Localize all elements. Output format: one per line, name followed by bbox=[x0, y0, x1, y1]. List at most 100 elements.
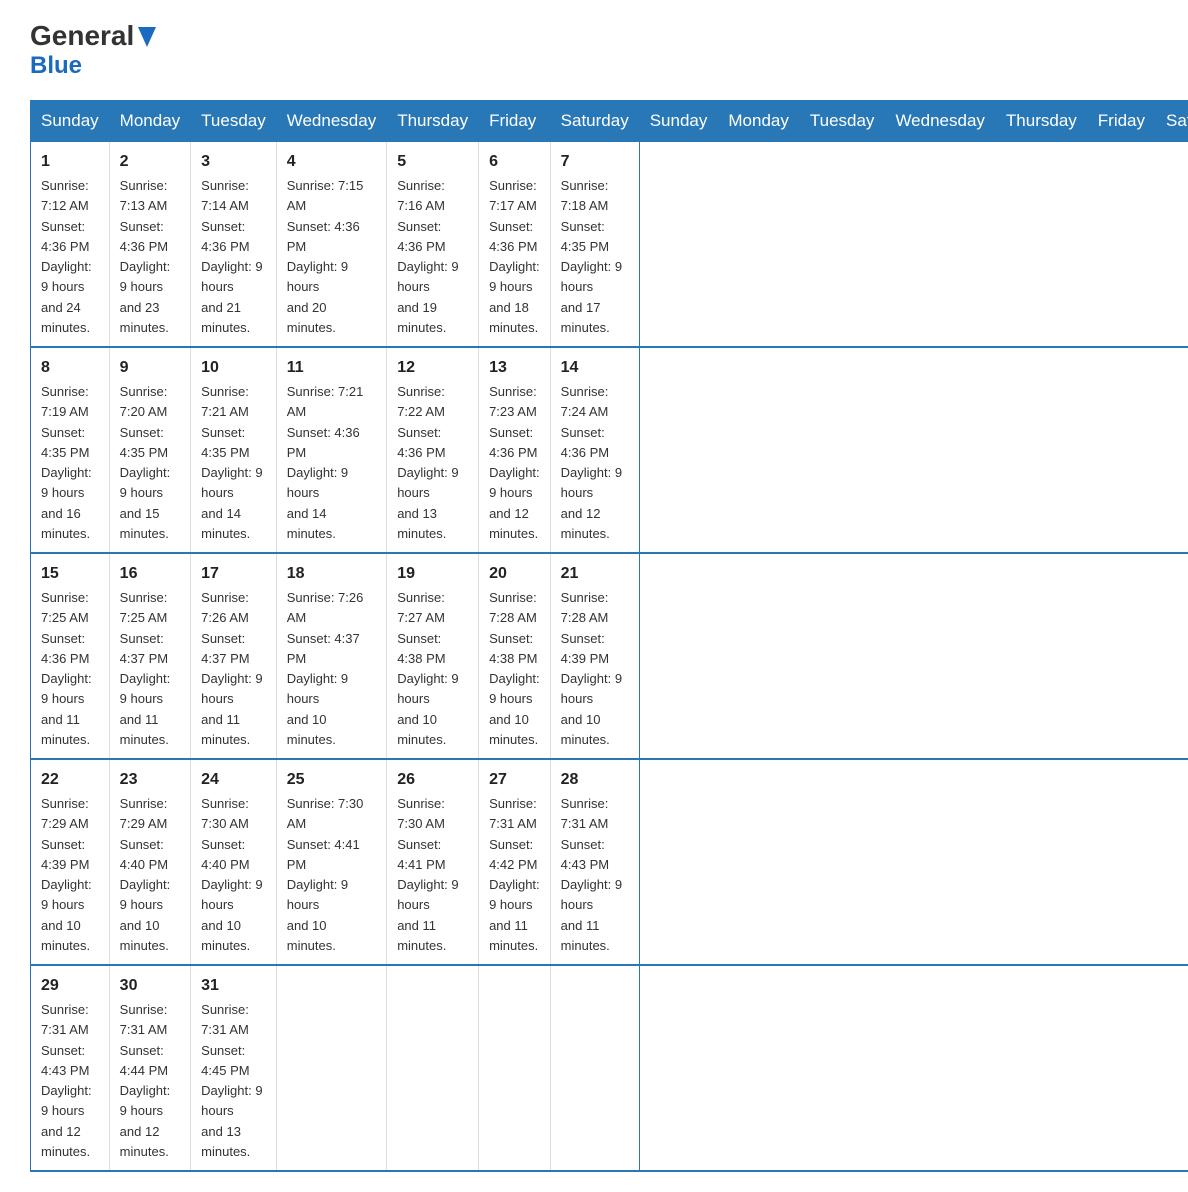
day-number: 1 bbox=[41, 150, 99, 174]
day-info: Sunrise: 7:27 AMSunset: 4:38 PMDaylight:… bbox=[397, 590, 458, 747]
day-info: Sunrise: 7:29 AMSunset: 4:40 PMDaylight:… bbox=[120, 796, 171, 953]
day-info: Sunrise: 7:29 AMSunset: 4:39 PMDaylight:… bbox=[41, 796, 92, 953]
day-info: Sunrise: 7:31 AMSunset: 4:44 PMDaylight:… bbox=[120, 1002, 171, 1159]
header-tuesday: Tuesday bbox=[191, 101, 277, 142]
calendar-cell: 30 Sunrise: 7:31 AMSunset: 4:44 PMDayligh… bbox=[109, 965, 190, 1171]
page-header: General Blue bbox=[30, 20, 1158, 80]
calendar-table: SundayMondayTuesdayWednesdayThursdayFrid… bbox=[30, 100, 1188, 1172]
calendar-cell bbox=[387, 965, 479, 1171]
day-info: Sunrise: 7:25 AMSunset: 4:37 PMDaylight:… bbox=[120, 590, 171, 747]
calendar-cell: 27 Sunrise: 7:31 AMSunset: 4:42 PMDayligh… bbox=[479, 759, 551, 965]
day-info: Sunrise: 7:26 AMSunset: 4:37 PMDaylight:… bbox=[287, 590, 364, 747]
day-info: Sunrise: 7:16 AMSunset: 4:36 PMDaylight:… bbox=[397, 178, 458, 335]
day-info: Sunrise: 7:30 AMSunset: 4:40 PMDaylight:… bbox=[201, 796, 262, 953]
calendar-cell: 1 Sunrise: 7:12 AMSunset: 4:36 PMDaylight… bbox=[31, 142, 110, 348]
calendar-cell: 15 Sunrise: 7:25 AMSunset: 4:36 PMDayligh… bbox=[31, 553, 110, 759]
day-number: 24 bbox=[201, 768, 266, 792]
day-number: 5 bbox=[397, 150, 468, 174]
logo-triangle-icon bbox=[138, 27, 156, 52]
day-number: 15 bbox=[41, 562, 99, 586]
calendar-cell: 17 Sunrise: 7:26 AMSunset: 4:37 PMDayligh… bbox=[191, 553, 277, 759]
calendar-cell bbox=[550, 965, 639, 1171]
logo-general-text: General bbox=[30, 20, 134, 52]
day-number: 26 bbox=[397, 768, 468, 792]
day-number: 16 bbox=[120, 562, 180, 586]
day-number: 11 bbox=[287, 356, 376, 380]
day-info: Sunrise: 7:20 AMSunset: 4:35 PMDaylight:… bbox=[120, 384, 171, 541]
calendar-cell bbox=[276, 965, 386, 1171]
header-saturday: Saturday bbox=[550, 101, 639, 142]
calendar-cell: 31Sunrise: 7:31 AMSunset: 4:45 PMDayligh… bbox=[191, 965, 277, 1171]
header-friday: Friday bbox=[479, 101, 551, 142]
day-info: Sunrise: 7:22 AMSunset: 4:36 PMDaylight:… bbox=[397, 384, 458, 541]
header-wednesday: Wednesday bbox=[276, 101, 386, 142]
calendar-cell: 10Sunrise: 7:21 AMSunset: 4:35 PMDayligh… bbox=[191, 347, 277, 553]
calendar-cell: 29Sunrise: 7:31 AMSunset: 4:43 PMDayligh… bbox=[31, 965, 110, 1171]
weekday-header-monday: Monday bbox=[718, 101, 799, 142]
weekday-header-wednesday: Wednesday bbox=[885, 101, 995, 142]
header-sunday: Sunday bbox=[31, 101, 110, 142]
calendar-cell: 25 Sunrise: 7:30 AMSunset: 4:41 PMDayligh… bbox=[276, 759, 386, 965]
day-info: Sunrise: 7:15 AMSunset: 4:36 PMDaylight:… bbox=[287, 178, 364, 335]
calendar-cell: 26 Sunrise: 7:30 AMSunset: 4:41 PMDayligh… bbox=[387, 759, 479, 965]
day-number: 4 bbox=[287, 150, 376, 174]
day-number: 14 bbox=[561, 356, 629, 380]
day-number: 21 bbox=[561, 562, 629, 586]
calendar-cell: 7Sunrise: 7:18 AMSunset: 4:35 PMDaylight… bbox=[550, 142, 639, 348]
day-number: 19 bbox=[397, 562, 468, 586]
day-number: 17 bbox=[201, 562, 266, 586]
header-monday: Monday bbox=[109, 101, 190, 142]
day-number: 12 bbox=[397, 356, 468, 380]
day-info: Sunrise: 7:12 AMSunset: 4:36 PMDaylight:… bbox=[41, 178, 92, 335]
day-number: 25 bbox=[287, 768, 376, 792]
calendar-cell bbox=[479, 965, 551, 1171]
day-info: Sunrise: 7:13 AMSunset: 4:36 PMDaylight:… bbox=[120, 178, 171, 335]
calendar-week-row: 8 Sunrise: 7:19 AMSunset: 4:35 PMDaylight… bbox=[31, 347, 1188, 553]
day-info: Sunrise: 7:21 AMSunset: 4:36 PMDaylight:… bbox=[287, 384, 364, 541]
calendar-week-row: 22 Sunrise: 7:29 AMSunset: 4:39 PMDayligh… bbox=[31, 759, 1188, 965]
day-info: Sunrise: 7:23 AMSunset: 4:36 PMDaylight:… bbox=[489, 384, 540, 541]
day-info: Sunrise: 7:31 AMSunset: 4:43 PMDaylight:… bbox=[561, 796, 622, 953]
day-info: Sunrise: 7:31 AMSunset: 4:43 PMDaylight:… bbox=[41, 1002, 92, 1159]
calendar-cell: 13 Sunrise: 7:23 AMSunset: 4:36 PMDayligh… bbox=[479, 347, 551, 553]
day-info: Sunrise: 7:17 AMSunset: 4:36 PMDaylight:… bbox=[489, 178, 540, 335]
calendar-week-row: 29Sunrise: 7:31 AMSunset: 4:43 PMDayligh… bbox=[31, 965, 1188, 1171]
day-info: Sunrise: 7:31 AMSunset: 4:45 PMDaylight:… bbox=[201, 1002, 262, 1159]
day-info: Sunrise: 7:31 AMSunset: 4:42 PMDaylight:… bbox=[489, 796, 540, 953]
calendar-cell: 16 Sunrise: 7:25 AMSunset: 4:37 PMDayligh… bbox=[109, 553, 190, 759]
calendar-cell: 28 Sunrise: 7:31 AMSunset: 4:43 PMDayligh… bbox=[550, 759, 639, 965]
calendar-cell: 22 Sunrise: 7:29 AMSunset: 4:39 PMDayligh… bbox=[31, 759, 110, 965]
day-number: 10 bbox=[201, 356, 266, 380]
calendar-cell: 12 Sunrise: 7:22 AMSunset: 4:36 PMDayligh… bbox=[387, 347, 479, 553]
day-number: 9 bbox=[120, 356, 180, 380]
weekday-header-friday: Friday bbox=[1087, 101, 1155, 142]
day-info: Sunrise: 7:30 AMSunset: 4:41 PMDaylight:… bbox=[397, 796, 458, 953]
logo: General Blue bbox=[30, 20, 156, 80]
weekday-header-saturday: Saturday bbox=[1156, 101, 1188, 142]
calendar-week-row: 1 Sunrise: 7:12 AMSunset: 4:36 PMDaylight… bbox=[31, 142, 1188, 348]
calendar-cell: 19 Sunrise: 7:27 AMSunset: 4:38 PMDayligh… bbox=[387, 553, 479, 759]
day-info: Sunrise: 7:19 AMSunset: 4:35 PMDaylight:… bbox=[41, 384, 92, 541]
day-number: 27 bbox=[489, 768, 540, 792]
day-number: 22 bbox=[41, 768, 99, 792]
calendar-cell: 2 Sunrise: 7:13 AMSunset: 4:36 PMDaylight… bbox=[109, 142, 190, 348]
day-number: 18 bbox=[287, 562, 376, 586]
day-info: Sunrise: 7:30 AMSunset: 4:41 PMDaylight:… bbox=[287, 796, 364, 953]
day-number: 30 bbox=[120, 974, 180, 998]
day-number: 20 bbox=[489, 562, 540, 586]
day-info: Sunrise: 7:28 AMSunset: 4:38 PMDaylight:… bbox=[489, 590, 540, 747]
calendar-cell: 24 Sunrise: 7:30 AMSunset: 4:40 PMDayligh… bbox=[191, 759, 277, 965]
day-number: 2 bbox=[120, 150, 180, 174]
day-info: Sunrise: 7:28 AMSunset: 4:39 PMDaylight:… bbox=[561, 590, 622, 747]
day-number: 8 bbox=[41, 356, 99, 380]
calendar-cell: 6Sunrise: 7:17 AMSunset: 4:36 PMDaylight… bbox=[479, 142, 551, 348]
day-number: 28 bbox=[561, 768, 629, 792]
calendar-header-row: SundayMondayTuesdayWednesdayThursdayFrid… bbox=[31, 101, 1188, 142]
day-number: 13 bbox=[489, 356, 540, 380]
day-info: Sunrise: 7:25 AMSunset: 4:36 PMDaylight:… bbox=[41, 590, 92, 747]
calendar-cell: 3Sunrise: 7:14 AMSunset: 4:36 PMDaylight… bbox=[191, 142, 277, 348]
day-number: 3 bbox=[201, 150, 266, 174]
calendar-cell: 20 Sunrise: 7:28 AMSunset: 4:38 PMDayligh… bbox=[479, 553, 551, 759]
day-info: Sunrise: 7:26 AMSunset: 4:37 PMDaylight:… bbox=[201, 590, 262, 747]
calendar-cell: 4 Sunrise: 7:15 AMSunset: 4:36 PMDaylight… bbox=[276, 142, 386, 348]
